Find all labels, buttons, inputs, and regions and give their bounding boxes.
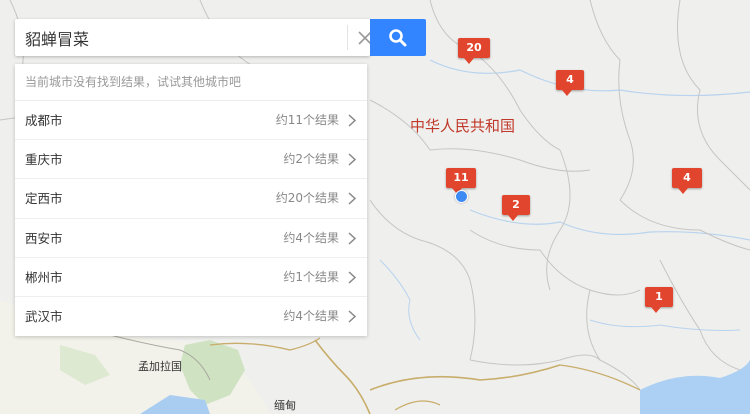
marker-pointer [651, 307, 661, 313]
chevron-right-icon [348, 310, 357, 323]
city-name: 郴州市 [25, 269, 63, 285]
city-result-row[interactable]: 武汉市 约4个结果 [15, 297, 367, 336]
marker-count: 4 [556, 70, 584, 90]
result-count: 约4个结果 [283, 308, 339, 323]
result-count: 约1个结果 [283, 269, 339, 284]
city-result-list: 成都市 约11个结果 重庆市 约2个结果 定西市 约20个结果 西安市 约4个结果 郴州市 约1个… [15, 101, 367, 336]
chevron-right-icon [348, 232, 357, 245]
map-label-bangladesh: 孟加拉国 [138, 360, 182, 373]
marker-count: 1 [645, 287, 673, 307]
marker-count: 20 [458, 38, 490, 58]
chevron-right-icon [348, 271, 357, 284]
current-location-dot [455, 190, 468, 203]
city-name: 西安市 [25, 230, 63, 246]
chevron-right-icon [348, 114, 357, 127]
result-count: 约4个结果 [283, 230, 339, 245]
city-result-row[interactable]: 重庆市 约2个结果 [15, 140, 367, 180]
city-name: 武汉市 [25, 308, 63, 324]
map-marker-wuhan[interactable]: 4 [672, 168, 702, 194]
search-box [15, 19, 372, 56]
chevron-right-icon [348, 153, 357, 166]
search-button[interactable] [370, 19, 426, 56]
marker-pointer [678, 188, 688, 194]
map-marker-chenzhou[interactable]: 1 [645, 287, 673, 313]
search-results-panel: 当前城市没有找到结果，试试其他城市吧 成都市 约11个结果 重庆市 约2个结果 定西市约… [15, 64, 367, 336]
country-label: 中华人民共和国 [410, 117, 516, 135]
city-result-row[interactable]: 西安市 约4个结果 [15, 219, 367, 258]
marker-pointer [508, 215, 518, 221]
map-marker-chongqing[interactable]: 2 [502, 195, 530, 221]
result-count: 约20个结果 [275, 191, 339, 206]
no-results-notice: 当前城市没有找到结果，试试其他城市吧 [15, 64, 367, 101]
city-result-row[interactable]: 郴州市 约1个结果 [15, 258, 367, 297]
result-count: 约11个结果 [275, 113, 339, 127]
result-count: 约2个结果 [283, 152, 339, 167]
map-label-myanmar: 缅甸 [274, 399, 296, 412]
map-marker-chengdu[interactable]: 11 [446, 168, 476, 194]
search-input[interactable] [15, 19, 331, 56]
city-name: 重庆市 [25, 152, 63, 168]
city-result-row[interactable]: 定西市 约20个结果 [15, 179, 367, 219]
city-result-row[interactable]: 成都市 约11个结果 [15, 101, 367, 141]
search-divider [347, 25, 348, 50]
marker-count: 2 [502, 195, 530, 215]
city-name: 定西市 [25, 191, 63, 207]
search-icon [389, 28, 407, 46]
marker-pointer [562, 90, 572, 96]
marker-count: 11 [446, 168, 476, 188]
city-name: 成都市 [25, 113, 63, 128]
map-marker-dingxi[interactable]: 20 [458, 38, 490, 64]
map-marker-xian[interactable]: 4 [556, 70, 584, 96]
marker-pointer [464, 58, 474, 64]
marker-count: 4 [672, 168, 702, 188]
chevron-right-icon [348, 192, 357, 205]
